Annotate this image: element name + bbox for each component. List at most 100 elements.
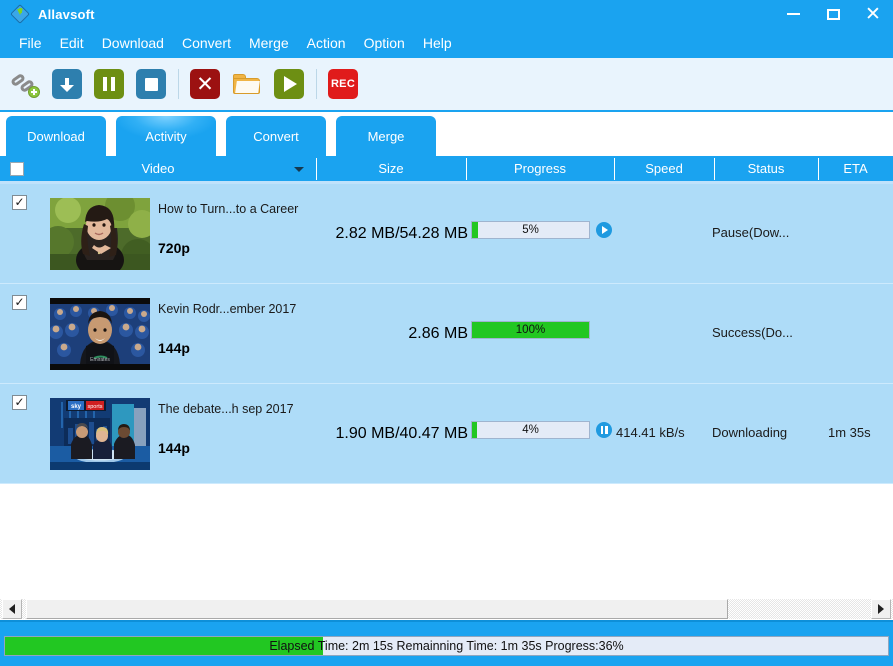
menu-item-action[interactable]: Action bbox=[298, 33, 355, 53]
progress-label: 100% bbox=[515, 324, 546, 336]
column-header-progress[interactable]: Progress bbox=[466, 155, 614, 183]
tab-merge[interactable]: Merge bbox=[336, 116, 436, 156]
minimize-icon bbox=[786, 13, 800, 15]
menu-item-option[interactable]: Option bbox=[355, 33, 414, 53]
delete-button[interactable]: ✕ bbox=[188, 69, 222, 99]
video-size: 2.82 MB/54.28 MB bbox=[335, 225, 468, 242]
video-status: Success(Do... bbox=[712, 325, 793, 340]
video-eta: 1m 35s bbox=[828, 425, 871, 440]
video-title: How to Turn...to a Career bbox=[158, 202, 299, 216]
stop-icon bbox=[136, 69, 166, 99]
table-row[interactable]: ✓ bbox=[0, 284, 893, 384]
video-status: Downloading bbox=[712, 425, 788, 440]
stop-button[interactable] bbox=[134, 69, 168, 99]
tab-download[interactable]: Download bbox=[6, 116, 106, 156]
pause-icon bbox=[94, 69, 124, 99]
folder-icon bbox=[233, 73, 261, 95]
column-header-video[interactable]: Video bbox=[0, 155, 316, 183]
download-list: ✓ How to Turn...to a Career 720p 2.82 MB… bbox=[0, 184, 893, 596]
toolbar: ✕ REC bbox=[0, 58, 893, 112]
add-url-button[interactable] bbox=[8, 69, 42, 99]
status-bar: Elapsed Time: 2m 15s Remainning Time: 1m… bbox=[0, 620, 893, 666]
window-controls: ✕ bbox=[773, 0, 893, 28]
horizontal-scrollbar[interactable] bbox=[0, 596, 893, 620]
video-thumbnail: Emirates bbox=[50, 298, 150, 370]
video-info: Kevin Rodr...ember 2017 144p bbox=[158, 300, 338, 356]
app-logo-icon bbox=[10, 4, 30, 24]
menu-item-convert[interactable]: Convert bbox=[173, 33, 240, 53]
svg-text:Emirates: Emirates bbox=[90, 357, 110, 363]
video-size: 1.90 MB/40.47 MB bbox=[335, 425, 468, 442]
column-header-size-label: Size bbox=[378, 161, 404, 176]
column-header-size[interactable]: Size bbox=[316, 155, 466, 183]
toolbar-separator-2 bbox=[316, 69, 317, 99]
row-checkbox[interactable]: ✓ bbox=[12, 395, 27, 410]
maximize-button[interactable] bbox=[813, 0, 853, 28]
pause-button[interactable] bbox=[92, 69, 126, 99]
column-header-status[interactable]: Status bbox=[714, 155, 818, 183]
scrollbar-thumb[interactable] bbox=[26, 599, 728, 619]
video-title: The debate...h sep 2017 bbox=[158, 402, 294, 416]
link-add-icon bbox=[9, 69, 40, 99]
svg-text:sports: sports bbox=[88, 404, 103, 410]
play-icon bbox=[274, 69, 304, 99]
column-header-status-label: Status bbox=[747, 161, 785, 176]
row-checkbox[interactable]: ✓ bbox=[12, 295, 27, 310]
tab-activity[interactable]: Activity bbox=[116, 116, 216, 156]
video-info: The debate...h sep 2017 144p bbox=[158, 400, 338, 456]
play-circle-icon[interactable] bbox=[596, 222, 612, 238]
menu-item-help[interactable]: Help bbox=[414, 33, 461, 53]
video-info: How to Turn...to a Career 720p bbox=[158, 200, 338, 256]
play-button[interactable] bbox=[272, 69, 306, 99]
open-folder-button[interactable] bbox=[230, 69, 264, 99]
tab-strip: Download Activity Convert Merge bbox=[0, 112, 893, 156]
pause-circle-icon[interactable] bbox=[596, 422, 612, 438]
download-button[interactable] bbox=[50, 69, 84, 99]
record-icon: REC bbox=[328, 69, 358, 99]
column-header-progress-label: Progress bbox=[513, 161, 567, 176]
tab-merge-label: Merge bbox=[367, 128, 405, 144]
tab-convert[interactable]: Convert bbox=[226, 116, 326, 156]
video-resolution: 144p bbox=[158, 440, 190, 456]
toolbar-separator bbox=[178, 69, 179, 99]
table-row[interactable]: ✓ bbox=[0, 184, 893, 284]
close-x-icon: ✕ bbox=[190, 69, 220, 99]
video-thumbnail: sky sports bbox=[50, 398, 150, 470]
close-button[interactable]: ✕ bbox=[853, 0, 893, 28]
overall-progress-label: Elapsed Time: 2m 15s Remainning Time: 1m… bbox=[269, 639, 624, 653]
video-resolution: 720p bbox=[158, 240, 190, 256]
column-header-speed-label: Speed bbox=[645, 161, 683, 176]
chevron-down-icon[interactable] bbox=[294, 166, 304, 172]
menu-item-file[interactable]: File bbox=[10, 33, 51, 53]
tab-download-label: Download bbox=[27, 128, 85, 144]
arrow-left-icon bbox=[9, 604, 15, 614]
progress-bar: 5% bbox=[471, 221, 590, 239]
menu-bar: File Edit Download Convert Merge Action … bbox=[0, 28, 893, 58]
close-icon: ✕ bbox=[865, 2, 881, 25]
scroll-left-button[interactable] bbox=[2, 599, 22, 619]
empty-list-area bbox=[0, 484, 893, 590]
progress-bar: 4% bbox=[471, 421, 590, 439]
svg-text:sky: sky bbox=[71, 404, 82, 410]
minimize-button[interactable] bbox=[773, 0, 813, 28]
row-checkbox[interactable]: ✓ bbox=[12, 195, 27, 210]
column-header-speed[interactable]: Speed bbox=[614, 155, 714, 183]
column-header-eta[interactable]: ETA bbox=[818, 155, 893, 183]
scroll-right-button[interactable] bbox=[871, 599, 891, 619]
title-bar: Allavsoft ✕ bbox=[0, 0, 893, 28]
column-header-video-label: Video bbox=[141, 161, 175, 176]
video-title: Kevin Rodr...ember 2017 bbox=[158, 302, 297, 316]
menu-item-download[interactable]: Download bbox=[93, 33, 173, 53]
video-status: Pause(Dow... bbox=[712, 225, 790, 240]
select-all-checkbox[interactable] bbox=[10, 161, 24, 176]
video-thumbnail bbox=[50, 198, 150, 270]
table-row[interactable]: ✓ sky sports The debate...h sep 2017 144… bbox=[0, 384, 893, 484]
tab-activity-label: Activity bbox=[145, 128, 187, 144]
video-resolution: 144p bbox=[158, 340, 190, 356]
menu-item-merge[interactable]: Merge bbox=[240, 33, 298, 53]
record-button[interactable]: REC bbox=[326, 69, 360, 99]
arrow-right-icon bbox=[878, 604, 884, 614]
menu-item-edit[interactable]: Edit bbox=[51, 33, 93, 53]
video-speed: 414.41 kB/s bbox=[616, 425, 685, 440]
allavsoft-window: Allavsoft ✕ File Edit Download Convert M… bbox=[0, 0, 893, 666]
